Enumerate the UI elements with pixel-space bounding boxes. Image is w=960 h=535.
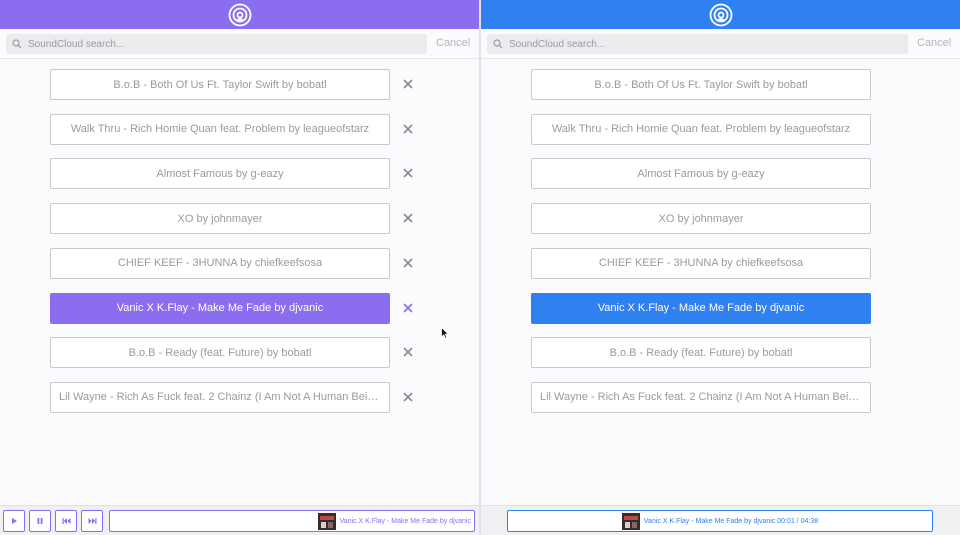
play-button[interactable] <box>3 510 25 532</box>
app-logo-icon <box>228 3 251 26</box>
track-row: Almost Famous by g-eazy <box>50 158 413 190</box>
track-row: CHIEF KEEF - 3HUNNA by chiefkeefsosa <box>50 247 413 279</box>
track-label: B.o.B - Both Of Us Ft. Taylor Swift by b… <box>113 78 327 91</box>
remove-track-icon[interactable] <box>401 390 415 404</box>
play-icon <box>12 518 17 524</box>
mouse-cursor-icon <box>441 327 449 339</box>
track-row: B.o.B - Both Of Us Ft. Taylor Swift by b… <box>531 69 871 100</box>
track-button[interactable]: Walk Thru - Rich Homie Quan feat. Proble… <box>531 113 871 145</box>
track-row: Vanic X K.Flay - Make Me Fade by djvanic <box>50 292 413 324</box>
track-label: Lil Wayne - Rich As Fuck feat. 2 Chainz … <box>540 391 862 404</box>
previous-icon <box>62 518 70 524</box>
remove-track-icon[interactable] <box>401 256 415 270</box>
now-playing-text: Vanic X K.Flay - Make Me Fade by djvanic <box>339 517 471 525</box>
track-button[interactable]: B.o.B - Ready (feat. Future) by bobatl <box>531 337 871 369</box>
track-label: Almost Famous by g-eazy <box>156 167 284 180</box>
next-icon <box>88 518 96 524</box>
track-button[interactable]: B.o.B - Ready (feat. Future) by bobatl <box>50 337 390 369</box>
album-art-thumbnail <box>317 512 336 530</box>
track-label: Almost Famous by g-eazy <box>637 167 765 180</box>
track-row: Almost Famous by g-eazy <box>531 158 871 190</box>
remove-track-icon[interactable] <box>401 301 415 315</box>
track-label: B.o.B - Both Of Us Ft. Taylor Swift by b… <box>594 78 808 91</box>
track-button[interactable]: XO by johnmayer <box>531 203 871 235</box>
track-label: XO by johnmayer <box>658 212 744 225</box>
track-button[interactable]: Walk Thru - Rich Homie Quan feat. Proble… <box>50 113 390 145</box>
pause-button[interactable] <box>29 510 51 532</box>
cancel-button[interactable]: Cancel <box>436 37 470 49</box>
track-button[interactable]: Vanic X K.Flay - Make Me Fade by djvanic <box>531 292 871 324</box>
previous-button[interactable] <box>55 510 77 532</box>
track-row: B.o.B - Ready (feat. Future) by bobatl <box>531 337 871 369</box>
track-label: Vanic X K.Flay - Make Me Fade by djvanic <box>116 302 324 314</box>
track-button[interactable]: B.o.B - Both Of Us Ft. Taylor Swift by b… <box>531 69 871 100</box>
track-button[interactable]: Lil Wayne - Rich As Fuck feat. 2 Chainz … <box>50 381 390 413</box>
remove-track-icon[interactable] <box>401 211 415 225</box>
track-row: Lil Wayne - Rich As Fuck feat. 2 Chainz … <box>50 381 413 413</box>
search-bar: Cancel <box>481 29 960 59</box>
track-label: CHIEF KEEF - 3HUNNA by chiefkeefsosa <box>117 257 323 270</box>
track-label: B.o.B - Ready (feat. Future) by bobatl <box>609 346 793 359</box>
remove-track-icon[interactable] <box>401 122 415 136</box>
pause-icon <box>37 518 43 524</box>
header-bar <box>0 0 479 29</box>
track-label: Vanic X K.Flay - Make Me Fade by djvanic <box>597 302 805 314</box>
track-label: CHIEF KEEF - 3HUNNA by chiefkeefsosa <box>598 257 804 270</box>
search-icon <box>12 39 22 49</box>
track-button[interactable]: Lil Wayne - Rich As Fuck feat. 2 Chainz … <box>531 381 871 413</box>
player-bar: Vanic X K.Flay - Make Me Fade by djvanic <box>0 505 479 535</box>
album-art-thumbnail <box>621 512 640 530</box>
track-button[interactable]: CHIEF KEEF - 3HUNNA by chiefkeefsosa <box>531 247 871 279</box>
search-input[interactable] <box>509 38 889 50</box>
track-label: XO by johnmayer <box>177 212 263 225</box>
search-box <box>487 34 908 54</box>
remove-track-icon[interactable] <box>401 166 415 180</box>
track-button[interactable]: CHIEF KEEF - 3HUNNA by chiefkeefsosa <box>50 247 390 279</box>
search-box <box>6 34 427 54</box>
remove-track-icon[interactable] <box>401 77 415 91</box>
track-button[interactable]: Almost Famous by g-eazy <box>531 158 871 190</box>
player-bar: Vanic X K.Flay - Make Me Fade by djvanic… <box>481 505 960 535</box>
track-label: Lil Wayne - Rich As Fuck feat. 2 Chainz … <box>59 391 381 404</box>
app-logo-icon <box>709 3 732 26</box>
track-row: Lil Wayne - Rich As Fuck feat. 2 Chainz … <box>531 381 871 413</box>
track-button[interactable]: B.o.B - Both Of Us Ft. Taylor Swift by b… <box>50 69 390 100</box>
track-label: Walk Thru - Rich Homie Quan feat. Proble… <box>70 123 370 136</box>
track-row: CHIEF KEEF - 3HUNNA by chiefkeefsosa <box>531 247 871 279</box>
now-playing[interactable]: Vanic X K.Flay - Make Me Fade by djvanic… <box>507 510 933 532</box>
track-button[interactable]: Almost Famous by g-eazy <box>50 158 390 190</box>
track-row: XO by johnmayer <box>50 203 413 235</box>
now-playing[interactable]: Vanic X K.Flay - Make Me Fade by djvanic <box>109 510 475 532</box>
cancel-button[interactable]: Cancel <box>917 37 951 49</box>
track-label: Walk Thru - Rich Homie Quan feat. Proble… <box>551 123 851 136</box>
header-bar <box>481 0 960 29</box>
left-pane: Cancel B.o.B - Both Of Us Ft. Taylor Swi… <box>0 0 479 535</box>
next-button[interactable] <box>81 510 103 532</box>
track-row: Walk Thru - Rich Homie Quan feat. Proble… <box>531 113 871 145</box>
right-pane: Cancel B.o.B - Both Of Us Ft. Taylor Swi… <box>481 0 960 535</box>
track-row: B.o.B - Both Of Us Ft. Taylor Swift by b… <box>50 69 413 100</box>
remove-track-icon[interactable] <box>401 345 415 359</box>
track-row: Walk Thru - Rich Homie Quan feat. Proble… <box>50 113 413 145</box>
now-playing-text: Vanic X K.Flay - Make Me Fade by djvanic… <box>643 517 819 525</box>
search-bar: Cancel <box>0 29 479 59</box>
track-button[interactable]: Vanic X K.Flay - Make Me Fade by djvanic <box>50 292 390 324</box>
search-input[interactable] <box>28 38 408 50</box>
track-row: XO by johnmayer <box>531 203 871 235</box>
track-row: B.o.B - Ready (feat. Future) by bobatl <box>50 337 413 369</box>
track-row: Vanic X K.Flay - Make Me Fade by djvanic <box>531 292 871 324</box>
search-icon <box>493 39 503 49</box>
track-label: B.o.B - Ready (feat. Future) by bobatl <box>128 346 312 359</box>
track-button[interactable]: XO by johnmayer <box>50 203 390 235</box>
